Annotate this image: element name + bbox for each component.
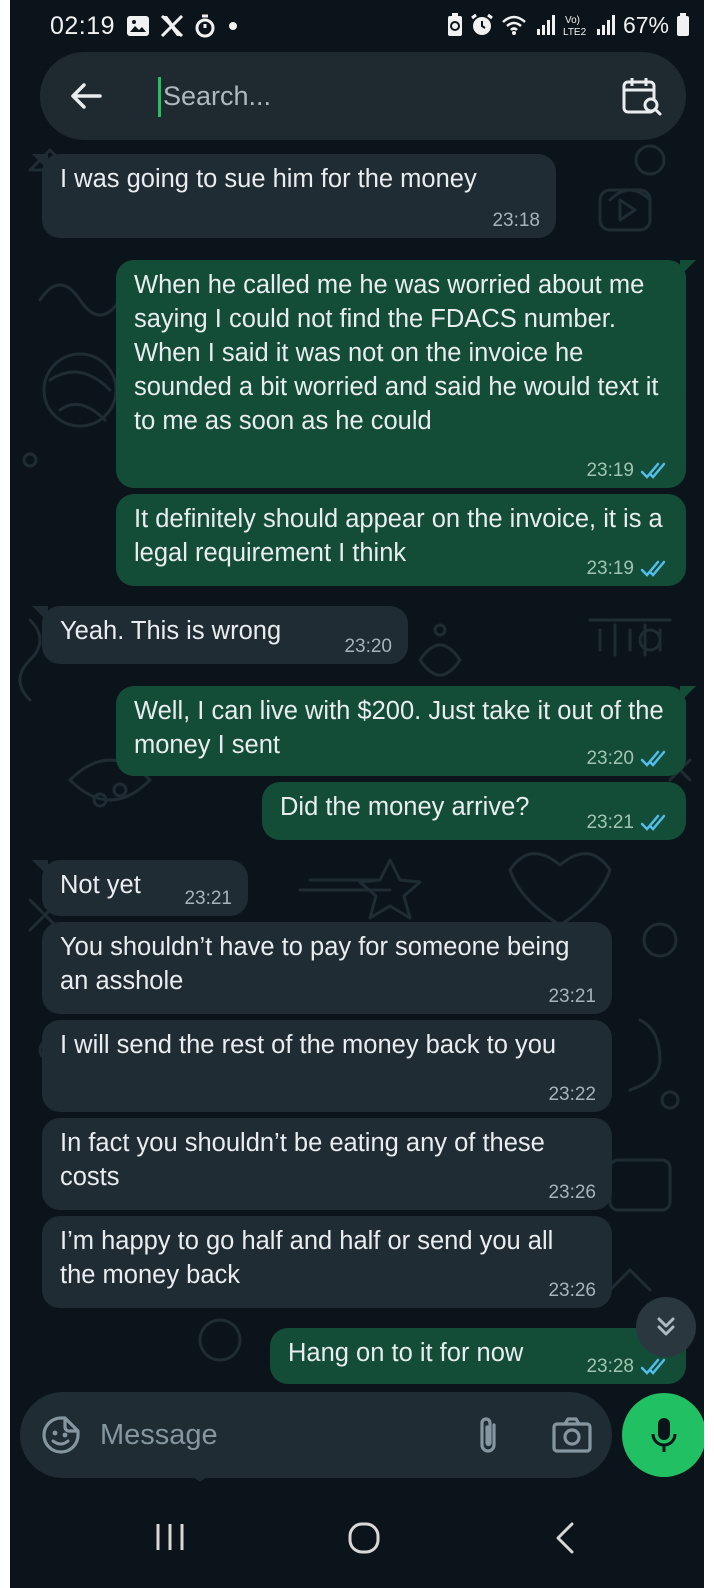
message-text: You shouldn’t have to pay for someone be… [60, 933, 570, 995]
wifi-icon [502, 15, 526, 35]
timer-icon [195, 14, 215, 38]
signal-icon [536, 15, 555, 35]
message-time: 23:18 [492, 210, 540, 231]
message-bubble-incoming[interactable]: You shouldn’t have to pay for someone be… [42, 922, 612, 1014]
message-text: Did the money arrive? [280, 793, 530, 821]
search-bar [40, 52, 686, 140]
message-text: I’m happy to go half and half or send yo… [60, 1227, 554, 1289]
voice-message-button[interactable] [622, 1393, 704, 1477]
message-bubble-incoming[interactable]: I will send the rest of the money back t… [42, 1020, 612, 1112]
message-time: 23:21 [548, 986, 596, 1007]
back-icon[interactable] [550, 1518, 580, 1558]
message-meta: 23:22 [548, 1085, 596, 1105]
message-time: 23:19 [586, 460, 634, 481]
message-meta: 23:28 [586, 1357, 670, 1377]
status-icons-left [126, 14, 240, 38]
paperclip-icon[interactable] [468, 1413, 508, 1457]
message-time: 23:19 [586, 558, 634, 579]
message-meta: 23:20 [586, 749, 670, 769]
read-ticks-icon [640, 560, 666, 577]
message-meta: 23:20 [344, 637, 392, 657]
message-time: 23:22 [548, 1084, 596, 1105]
status-time: 02:19 [50, 12, 116, 40]
status-bar: 02:19 Vo) LTE2 67% [10, 0, 704, 44]
message-bubble-incoming[interactable]: Not yet 23:21 [32, 860, 248, 916]
dot-icon [229, 22, 237, 30]
volte-lte2-icon: Vo)LTE2 [563, 15, 587, 37]
message-meta: 23:18 [492, 211, 540, 231]
scroll-to-bottom-button[interactable] [636, 1297, 696, 1357]
message-meta: 23:21 [548, 987, 596, 1007]
message-text: Hang on to it for now [288, 1339, 524, 1367]
message-bubble-incoming[interactable]: Yeah. This is wrong 23:20 [32, 606, 408, 664]
message-time: 23:28 [586, 1356, 634, 1377]
battery-saver-icon [447, 13, 462, 36]
bubble-tail [32, 606, 48, 622]
message-bubble-outgoing[interactable]: When he called me he was worried about m… [116, 260, 696, 488]
bubble-tail [680, 260, 696, 276]
message-time: 23:26 [548, 1280, 596, 1301]
status-icons-right: Vo) LTE2 67% [447, 12, 690, 38]
battery-icon [677, 13, 689, 36]
message-meta: 23:19 [586, 461, 670, 481]
bubble-tail [32, 154, 48, 170]
read-ticks-icon [640, 1358, 666, 1375]
message-time: 23:20 [344, 636, 392, 657]
message-meta: 23:21 [586, 813, 670, 833]
message-text: Yeah. This is wrong [60, 617, 282, 645]
x-logo-icon [160, 15, 184, 37]
search-input[interactable] [163, 74, 583, 118]
bubble-tail [32, 860, 48, 876]
double-chevron-down-icon [657, 1317, 675, 1336]
message-text: When he called me he was worried about m… [134, 271, 659, 435]
message-bubble-incoming[interactable]: I’m happy to go half and half or send yo… [42, 1216, 612, 1308]
svg-text:Vo): Vo) [565, 15, 580, 26]
chat-screen: 02:19 Vo)LTE2 67% I was going to sue him… [10, 0, 704, 1588]
microphone-icon [651, 1418, 677, 1452]
text-cursor [158, 77, 161, 117]
calendar-search-icon[interactable] [620, 74, 664, 118]
home-icon[interactable] [344, 1518, 384, 1558]
battery-percent: 67% [622, 11, 669, 38]
signal-icon [596, 15, 615, 35]
message-time: 23:21 [184, 888, 232, 909]
message-time: 23:20 [586, 748, 634, 769]
message-input[interactable] [100, 1414, 430, 1456]
message-meta: 23:21 [184, 889, 232, 909]
back-arrow-icon[interactable] [64, 74, 108, 118]
message-bubble-outgoing[interactable]: Well, I can live with $200. Just take it… [116, 686, 696, 776]
message-bubble-incoming[interactable]: In fact you shouldn’t be eating any of t… [42, 1118, 612, 1210]
camera-icon[interactable] [550, 1414, 594, 1456]
message-time: 23:26 [548, 1182, 596, 1203]
sticker-icon[interactable] [40, 1414, 82, 1456]
recent-apps-icon[interactable] [150, 1520, 190, 1554]
message-composer [20, 1392, 612, 1478]
message-bubble-incoming[interactable]: I was going to sue him for the money 23:… [32, 154, 556, 238]
message-text: In fact you shouldn’t be eating any of t… [60, 1129, 545, 1191]
svg-text:LTE2: LTE2 [563, 27, 587, 37]
message-bubble-outgoing[interactable]: Did the money arrive? 23:21 [262, 782, 686, 840]
message-bubble-outgoing[interactable]: Hang on to it for now 23:28 [270, 1328, 696, 1384]
bubble-tail [680, 686, 696, 702]
read-ticks-icon [640, 462, 666, 479]
gallery-icon [127, 16, 149, 36]
message-time: 23:21 [586, 812, 634, 833]
message-text: I was going to sue him for the money [60, 165, 477, 193]
message-meta: 23:19 [586, 559, 670, 579]
message-meta: 23:26 [548, 1183, 596, 1203]
alarm-icon [471, 13, 493, 35]
message-text: I will send the rest of the money back t… [60, 1031, 557, 1059]
message-meta: 23:26 [548, 1281, 596, 1301]
read-ticks-icon [640, 750, 666, 767]
system-navigation-bar [10, 1488, 704, 1588]
read-ticks-icon [640, 814, 666, 831]
message-bubble-outgoing[interactable]: It definitely should appear on the invoi… [116, 494, 686, 586]
